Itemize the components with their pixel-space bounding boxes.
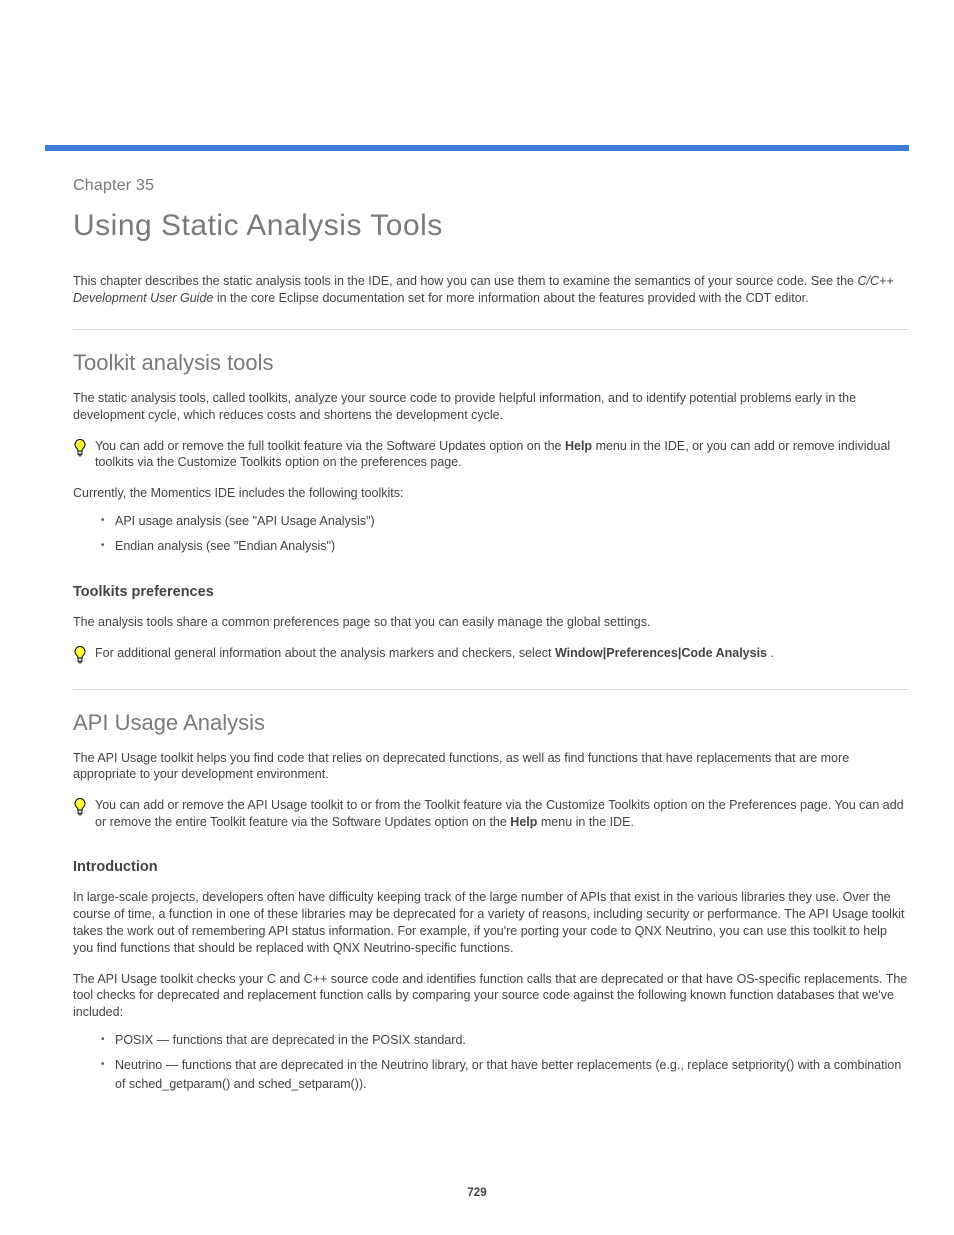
bullet-dot: • [101, 537, 115, 553]
section-title-toolkit: Toolkit analysis tools [73, 350, 909, 376]
section-title-api: API Usage Analysis [73, 710, 909, 736]
bullet-dot: • [101, 512, 115, 528]
tip2-bold: Window|Preferences|Code Analysis [555, 646, 767, 660]
api-intro-p2: The API Usage toolkit checks your C and … [73, 971, 909, 1022]
page-number: 729 [0, 1187, 954, 1199]
intro-prefix: This chapter describes the static analys… [73, 274, 857, 288]
section-divider [73, 689, 909, 690]
list-item: • Endian analysis (see "Endian Analysis"… [101, 537, 909, 556]
tip2-suffix: . [771, 646, 774, 660]
chapter-label: Chapter 35 [73, 177, 909, 195]
subsection-title-prefs: Toolkits preferences [73, 584, 909, 600]
prefs-p: The analysis tools share a common prefer… [73, 614, 909, 631]
toolkit-p1: The static analysis tools, called toolki… [73, 390, 909, 424]
subsection-title-intro: Introduction [73, 859, 909, 875]
bullet-dot: • [101, 1031, 115, 1047]
lightbulb-icon [73, 645, 95, 667]
lightbulb-icon [73, 438, 95, 460]
bullet-text: POSIX — functions that are deprecated in… [115, 1031, 466, 1050]
bullet-dot: • [101, 1056, 115, 1072]
lightbulb-icon [73, 797, 95, 819]
list-item: • POSIX — functions that are deprecated … [101, 1031, 909, 1050]
api-tip-suffix: menu in the IDE. [541, 815, 634, 829]
api-p1: The API Usage toolkit helps you find cod… [73, 750, 909, 784]
bullet-text: Endian analysis (see "Endian Analysis") [115, 537, 335, 556]
intro-suffix: in the core Eclipse documentation set fo… [217, 291, 809, 305]
toolkit-bullet-list: • API usage analysis (see "API Usage Ana… [101, 512, 909, 556]
list-item: • API usage analysis (see "API Usage Ana… [101, 512, 909, 531]
api-tip-bold: Help [510, 815, 537, 829]
api-tip: You can add or remove the API Usage tool… [73, 797, 909, 831]
section-divider [73, 329, 909, 330]
api-tip-prefix: You can add or remove the API Usage tool… [95, 798, 904, 829]
intro-paragraph: This chapter describes the static analys… [73, 273, 909, 307]
toolkit-tip-1: You can add or remove the full toolkit f… [73, 438, 909, 472]
tip1-prefix: You can add or remove the full toolkit f… [95, 439, 565, 453]
tip1-bold: Help [565, 439, 592, 453]
list-item: • Neutrino — functions that are deprecat… [101, 1056, 909, 1094]
title-rule [45, 145, 909, 151]
chapter-title: Using Static Analysis Tools [73, 209, 909, 243]
bullet-text: API usage analysis (see "API Usage Analy… [115, 512, 375, 531]
api-intro-p1: In large-scale projects, developers ofte… [73, 889, 909, 957]
bullet-text: Neutrino — functions that are deprecated… [115, 1056, 909, 1094]
toolkit-tip-2: For additional general information about… [73, 645, 909, 667]
tip2-prefix: For additional general information about… [95, 646, 555, 660]
api-bullet-list: • POSIX — functions that are deprecated … [101, 1031, 909, 1093]
toolkit-p2: Currently, the Momentics IDE includes th… [73, 485, 909, 502]
